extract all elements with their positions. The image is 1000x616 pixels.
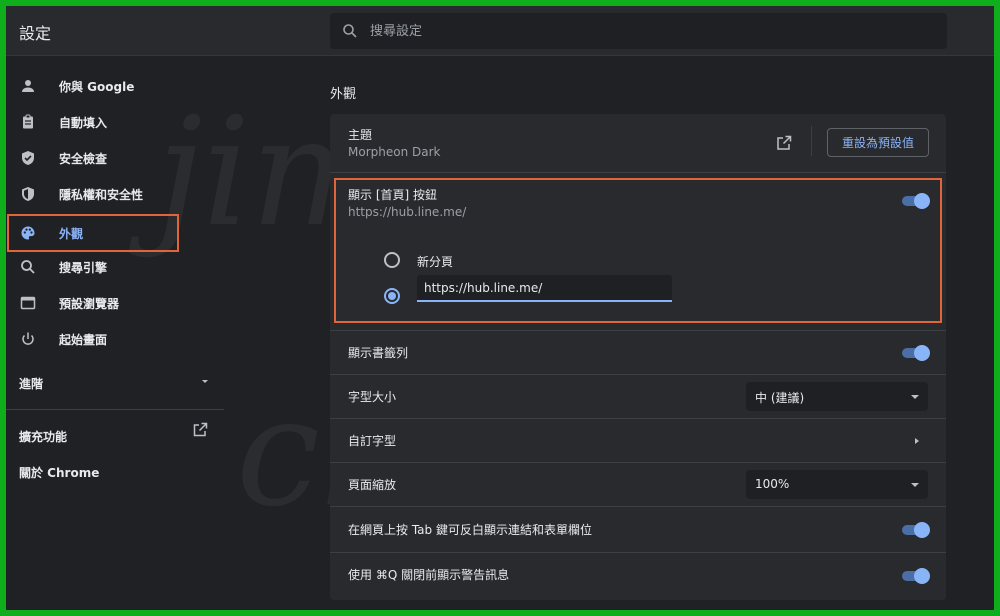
- sidebar-item-label: 起始畫面: [59, 333, 108, 347]
- quit-warning-label: 使用 ⌘Q 關閉前顯示警告訊息: [348, 568, 510, 582]
- sidebar-item-label: 安全檢查: [59, 152, 108, 166]
- header: 設定: [6, 6, 994, 56]
- settings-window: jimmy, chuchu 設定 你與 Google 自動填入: [6, 6, 994, 610]
- caret-down-icon: [911, 395, 919, 399]
- font-size-row: 字型大小 中 (建議): [330, 374, 946, 418]
- sidebar-item-label: 預設瀏覽器: [59, 297, 120, 311]
- caret-down-icon: [911, 483, 919, 487]
- person-icon: [22, 80, 34, 92]
- sidebar-item-on-startup[interactable]: 起始畫面: [8, 321, 178, 357]
- external-link-icon[interactable]: [775, 134, 793, 152]
- vertical-separator: [811, 126, 812, 156]
- bookmarks-bar-toggle[interactable]: [900, 345, 930, 361]
- theme-value: Morpheon Dark: [348, 145, 441, 159]
- divider: [6, 409, 224, 410]
- home-button-label: 顯示 [首頁] 按鈕: [348, 188, 437, 202]
- quit-warning-row: 使用 ⌘Q 關閉前顯示警告訊息: [330, 552, 946, 600]
- sidebar-item-label: 自動填入: [59, 116, 108, 130]
- custom-url-input[interactable]: [417, 275, 672, 302]
- sidebar: 你與 Google 自動填入 安全檢查 隱私權和安全性 外觀 搜尋引擎 預設瀏覽…: [6, 57, 224, 610]
- sidebar-item-label: 你與 Google: [59, 80, 135, 94]
- custom-fonts-row[interactable]: 自訂字型: [330, 418, 946, 462]
- section-title-appearance: 外觀: [330, 87, 357, 102]
- sidebar-item-default-browser[interactable]: 預設瀏覽器: [8, 285, 178, 321]
- palette-icon: [21, 226, 35, 240]
- sidebar-item-label: 外觀: [59, 227, 84, 241]
- sidebar-item-appearance[interactable]: 外觀: [7, 214, 179, 252]
- sidebar-item-you-and-google[interactable]: 你與 Google: [8, 68, 178, 104]
- sidebar-item-label: 搜尋引擎: [59, 261, 108, 275]
- custom-fonts-label: 自訂字型: [348, 434, 397, 448]
- bookmarks-bar-label: 顯示書籤列: [348, 346, 409, 360]
- theme-row: 主題 Morpheon Dark 重設為預設值: [330, 114, 946, 172]
- radio-new-tab-label: 新分頁: [417, 255, 454, 269]
- search-input[interactable]: [370, 13, 930, 49]
- caret-right-icon: [915, 438, 919, 444]
- tab-highlight-toggle[interactable]: [900, 522, 930, 538]
- radio-new-tab[interactable]: [384, 252, 400, 268]
- search-icon: [21, 260, 35, 274]
- page-title: 設定: [19, 24, 52, 43]
- sidebar-item-autofill[interactable]: 自動填入: [8, 104, 178, 140]
- home-button-row: 顯示 [首頁] 按鈕 https://hub.line.me/ 新分頁: [330, 172, 946, 330]
- page-zoom-label: 頁面縮放: [348, 478, 397, 492]
- search-icon: [343, 24, 357, 38]
- tab-highlight-label: 在網頁上按 Tab 鍵可反白顯示連結和表單欄位: [348, 523, 592, 537]
- tab-highlight-row: 在網頁上按 Tab 鍵可反白顯示連結和表單欄位: [330, 506, 946, 552]
- extensions-link[interactable]: 擴充功能: [19, 428, 67, 445]
- font-size-select[interactable]: 中 (建議): [746, 382, 928, 411]
- page-zoom-value: 100%: [755, 477, 790, 491]
- page-zoom-row: 頁面縮放 100%: [330, 462, 946, 506]
- page-zoom-select[interactable]: 100%: [746, 470, 928, 499]
- sidebar-item-search-engine[interactable]: 搜尋引擎: [8, 249, 178, 285]
- advanced-toggle[interactable]: 進階: [19, 369, 211, 397]
- about-chrome-link[interactable]: 關於 Chrome: [19, 464, 99, 481]
- browser-icon: [20, 296, 36, 310]
- caret-down-icon: [202, 380, 208, 383]
- sidebar-item-safety-check[interactable]: 安全檢查: [8, 140, 178, 176]
- radio-custom-url[interactable]: [384, 288, 400, 304]
- search-box[interactable]: [330, 13, 947, 49]
- advanced-label: 進階: [19, 377, 44, 391]
- font-size-label: 字型大小: [348, 390, 397, 404]
- theme-label: 主題: [348, 128, 373, 142]
- power-icon: [22, 332, 34, 345]
- bookmarks-bar-row: 顯示書籤列: [330, 330, 946, 374]
- clipboard-icon: [23, 114, 33, 129]
- sidebar-item-label: 隱私權和安全性: [59, 188, 144, 202]
- home-button-url: https://hub.line.me/: [348, 205, 467, 219]
- shield-check-icon: [22, 151, 34, 165]
- font-size-value: 中 (建議): [755, 391, 805, 405]
- appearance-card: 主題 Morpheon Dark 重設為預設值 顯示 [首頁] 按鈕 https…: [330, 114, 946, 600]
- external-link-icon[interactable]: [192, 422, 208, 438]
- quit-warning-toggle[interactable]: [900, 568, 930, 584]
- sidebar-item-privacy-security[interactable]: 隱私權和安全性: [8, 176, 178, 212]
- home-button-toggle[interactable]: [900, 193, 930, 209]
- reset-to-default-button[interactable]: 重設為預設值: [827, 128, 929, 157]
- shield-icon: [22, 187, 34, 201]
